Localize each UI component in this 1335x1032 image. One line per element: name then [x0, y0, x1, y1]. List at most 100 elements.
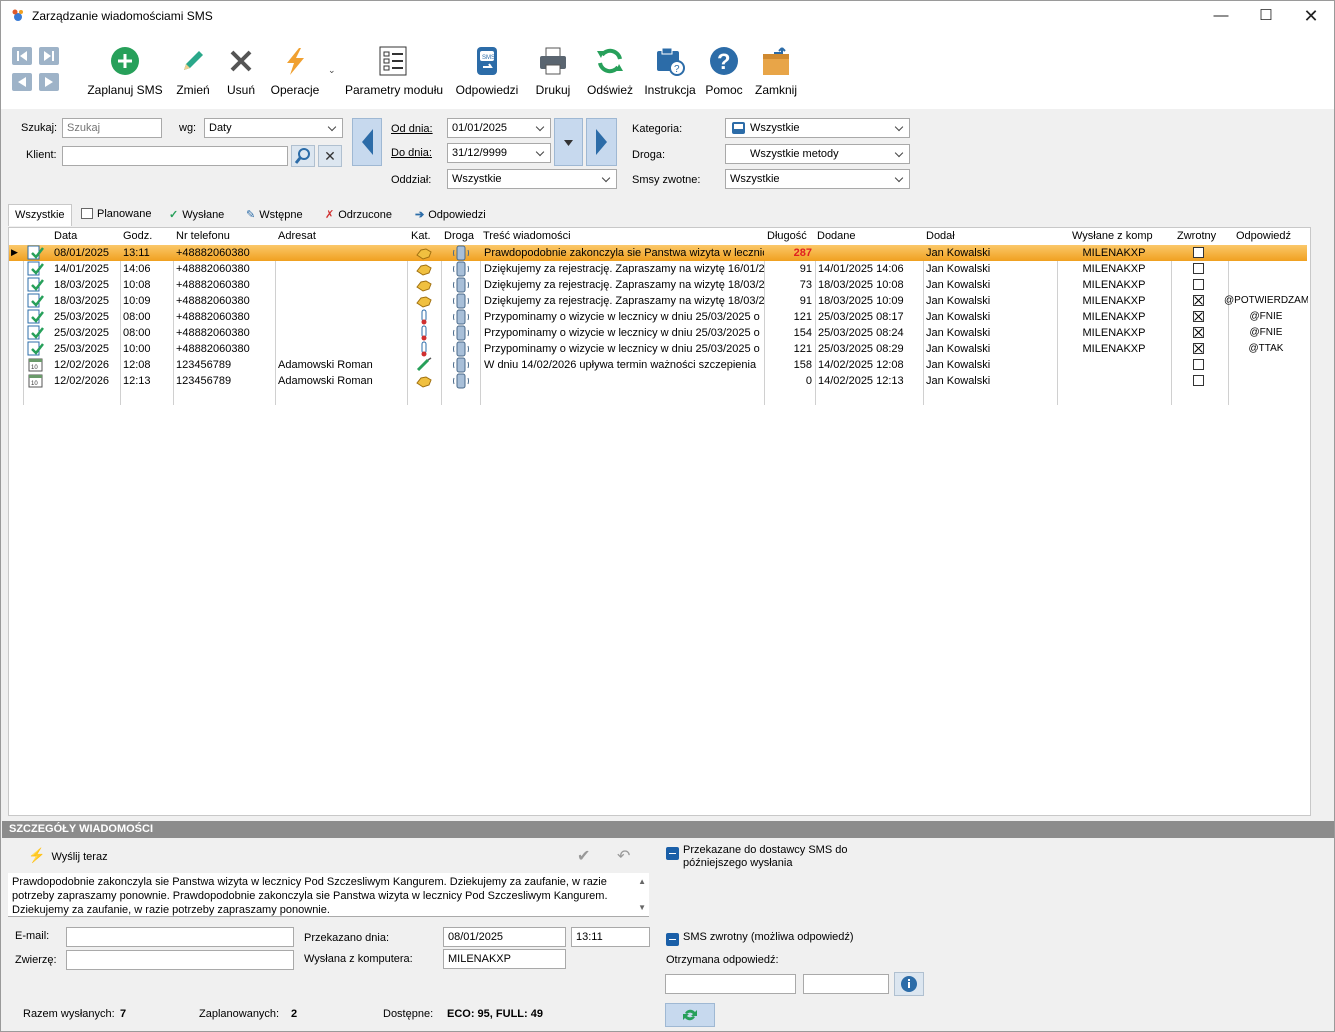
- search-icon[interactable]: [291, 145, 315, 167]
- cell-len: 91: [799, 263, 812, 275]
- clear-icon[interactable]: ✕: [318, 145, 342, 167]
- return-toggle-icon[interactable]: [666, 933, 679, 946]
- prev-record-icon[interactable]: [12, 73, 32, 91]
- return-checkbox[interactable]: [1193, 295, 1204, 306]
- first-record-icon[interactable]: [12, 47, 32, 65]
- sent-from-input[interactable]: MILENAKXP: [443, 949, 566, 969]
- col-addressee[interactable]: Adresat: [278, 230, 316, 242]
- cell-by: Jan Kowalski: [926, 295, 991, 307]
- email-input[interactable]: [66, 927, 294, 947]
- cell-phone: +48882060380: [176, 247, 250, 259]
- table-row[interactable]: 18/03/2025 10:09 +48882060380 Dziękujemy za…: [9, 293, 1308, 309]
- col-computer[interactable]: Wysłane z komp: [1072, 230, 1153, 242]
- cell-time: 10:08: [123, 279, 151, 291]
- delete-button[interactable]: Usuń: [223, 45, 259, 105]
- return-checkbox[interactable]: [1193, 327, 1204, 338]
- oddzial-select[interactable]: Wszystkie: [447, 169, 617, 189]
- wg-select[interactable]: Daty: [204, 118, 343, 138]
- return-checkbox[interactable]: [1193, 359, 1204, 370]
- tab-replies[interactable]: ➔ Odpowiedzi: [409, 204, 492, 226]
- maximize-button[interactable]: ☐: [1243, 1, 1289, 31]
- reply-input[interactable]: [665, 974, 796, 994]
- return-checkbox[interactable]: [1193, 343, 1204, 354]
- refresh-button[interactable]: Odśwież: [587, 45, 633, 105]
- smsy-select[interactable]: Wszystkie: [725, 169, 910, 189]
- table-row[interactable]: 10 12/02/2026 12:08 123456789 Adamowski Roma…: [9, 357, 1307, 373]
- return-checkbox[interactable]: [1193, 263, 1204, 274]
- replies-button[interactable]: SMS Odpowiedzi: [453, 45, 521, 105]
- chevron-down-icon[interactable]: ⌄: [328, 65, 336, 76]
- operations-button[interactable]: Operacje: [267, 45, 323, 105]
- col-length[interactable]: Długość: [767, 230, 807, 242]
- confirm-icon[interactable]: ✔: [577, 846, 590, 866]
- x-icon: [225, 45, 257, 77]
- od-date-input[interactable]: 01/01/2025: [447, 118, 551, 138]
- col-droga[interactable]: Droga: [444, 230, 474, 242]
- scroll-down-icon[interactable]: ▼: [638, 903, 646, 912]
- next-period-button[interactable]: [586, 118, 617, 166]
- do-date-input[interactable]: 31/12/9999: [447, 143, 551, 163]
- return-checkbox[interactable]: [1193, 247, 1204, 258]
- table-row[interactable]: 14/01/2025 14:06 +48882060380 Dziękujemy za…: [9, 261, 1307, 277]
- tab-all[interactable]: Wszystkie: [8, 204, 72, 226]
- tab-sent[interactable]: ✓ Wysłane: [163, 204, 230, 226]
- messages-grid: Data Godz. Nr telefonu Adresat Kat. Drog…: [8, 227, 1311, 816]
- period-dropdown-button[interactable]: [554, 118, 583, 166]
- col-reply[interactable]: Odpowiedź: [1236, 230, 1291, 242]
- reply-date-input[interactable]: [803, 974, 889, 994]
- schedule-sms-button[interactable]: Zaplanuj SMS: [87, 45, 163, 105]
- col-by[interactable]: Dodał: [926, 230, 955, 242]
- svg-text:SMS: SMS: [482, 55, 495, 61]
- print-button[interactable]: Drukuj: [532, 45, 574, 105]
- planned-label: Zaplanowanych:: [199, 1008, 280, 1020]
- sent-from-label: Wysłana z komputera:: [304, 953, 413, 965]
- manual-button[interactable]: ? Instrukcja: [642, 45, 698, 105]
- return-checkbox[interactable]: [1193, 375, 1204, 386]
- cell-comp: MILENAKXP: [1082, 295, 1146, 307]
- table-row[interactable]: 25/03/2025 10:00 +48882060380 Przypominamy …: [9, 341, 1307, 357]
- lightning-icon: ⚡: [28, 847, 46, 863]
- table-row[interactable]: 25/03/2025 08:00 +48882060380 Przypominamy …: [9, 309, 1307, 325]
- col-message[interactable]: Treść wiadomości: [483, 230, 571, 242]
- col-phone[interactable]: Nr telefonu: [176, 230, 230, 242]
- help-button[interactable]: ? Pomoc: [705, 45, 743, 105]
- close-button[interactable]: ✕: [1288, 1, 1334, 31]
- table-row[interactable]: 25/03/2025 08:00 +48882060380 Przypominamy …: [9, 325, 1307, 341]
- available-value: ECO: 95, FULL: 49: [447, 1008, 543, 1020]
- undo-icon[interactable]: ↶: [617, 846, 630, 866]
- col-return[interactable]: Zwrotny: [1177, 230, 1216, 242]
- message-text[interactable]: Prawdopodobnie zakonczyla sie Panstwa wi…: [8, 873, 649, 917]
- return-checkbox[interactable]: [1193, 311, 1204, 322]
- table-row[interactable]: 10 12/02/2026 12:13 123456789 Adamowski Roma…: [9, 373, 1307, 389]
- tab-initial[interactable]: ✎ Wstępne: [240, 204, 309, 226]
- edit-button[interactable]: Zmień: [173, 45, 213, 105]
- sync-button[interactable]: [665, 1003, 715, 1027]
- passed-date-input[interactable]: 08/01/2025: [443, 927, 566, 947]
- minimize-button[interactable]: —: [1198, 1, 1244, 31]
- send-now-button[interactable]: ⚡ Wyślij teraz: [28, 847, 108, 864]
- table-row[interactable]: ▶ 08/01/2025 13:11 +48882060380 Prawdopodobn…: [9, 245, 1307, 261]
- col-added[interactable]: Dodane: [817, 230, 856, 242]
- droga-select[interactable]: Wszystkie metody: [725, 144, 910, 164]
- return-checkbox[interactable]: [1193, 279, 1204, 290]
- col-time[interactable]: Godz.: [123, 230, 152, 242]
- prev-period-button[interactable]: [352, 118, 382, 166]
- cell-phone: +48882060380: [176, 295, 250, 307]
- provider-toggle-icon[interactable]: [666, 847, 679, 860]
- col-date[interactable]: Data: [54, 230, 77, 242]
- tab-planned[interactable]: Planowane: [75, 204, 157, 226]
- passed-time-input[interactable]: 13:11: [571, 927, 650, 947]
- last-record-icon[interactable]: [39, 47, 59, 65]
- pet-input[interactable]: [66, 950, 294, 970]
- close-module-button[interactable]: Zamknij: [753, 45, 799, 105]
- info-button[interactable]: [894, 972, 924, 996]
- search-input[interactable]: [62, 118, 162, 138]
- tab-rejected[interactable]: ✗ Odrzucone: [319, 204, 398, 226]
- col-kat[interactable]: Kat.: [411, 230, 431, 242]
- module-params-button[interactable]: Parametry modułu: [345, 45, 443, 105]
- next-record-icon[interactable]: [39, 73, 59, 91]
- kategoria-select[interactable]: Wszystkie: [725, 118, 910, 138]
- scroll-up-icon[interactable]: ▲: [638, 877, 646, 886]
- client-input[interactable]: [62, 146, 288, 166]
- table-row[interactable]: 18/03/2025 10:08 +48882060380 Dziękujemy za…: [9, 277, 1307, 293]
